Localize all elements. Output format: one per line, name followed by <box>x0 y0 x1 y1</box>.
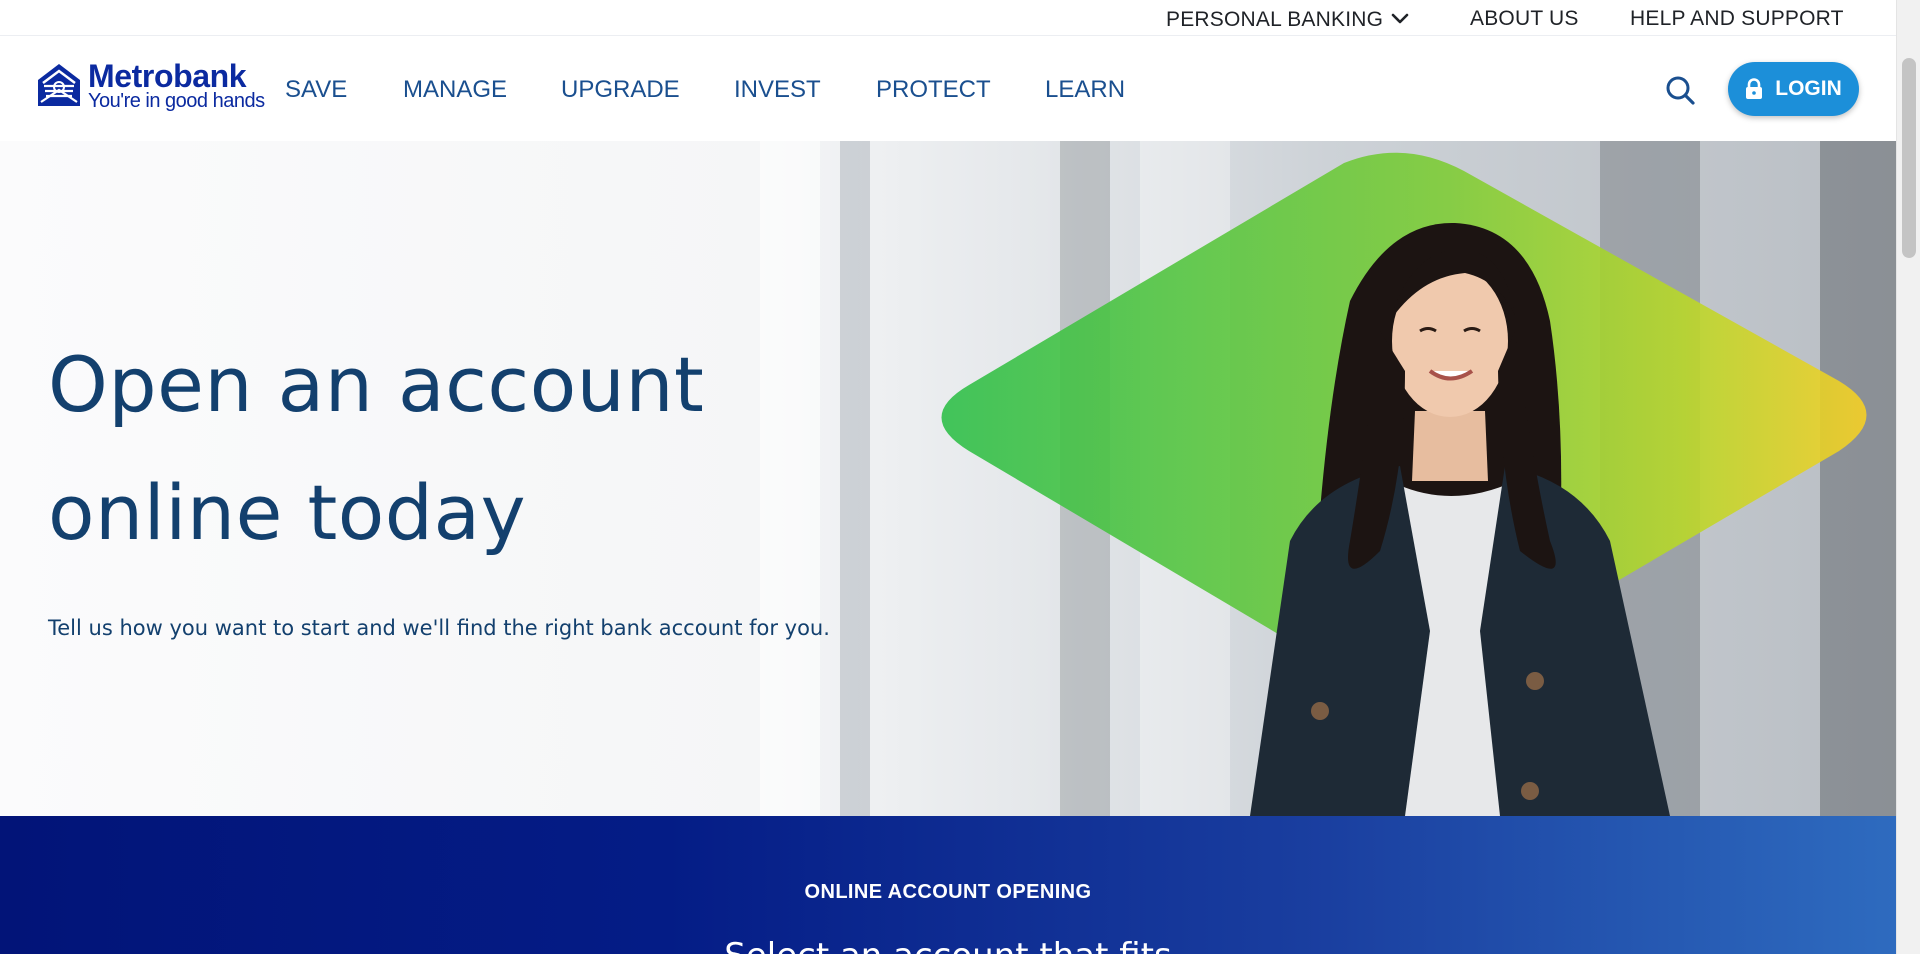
nav-item-save[interactable]: SAVE <box>285 76 347 104</box>
nav-item-upgrade[interactable]: UPGRADE <box>561 76 680 104</box>
personal-banking-dropdown[interactable]: PERSONAL BANKING <box>1166 7 1409 32</box>
login-label: LOGIN <box>1775 77 1842 100</box>
scrollbar-thumb[interactable] <box>1902 58 1916 258</box>
metrobank-logo[interactable]: Metrobank You're in good hands <box>36 58 265 116</box>
personal-banking-label: PERSONAL BANKING <box>1166 8 1384 31</box>
nav-item-learn[interactable]: LEARN <box>1045 76 1125 104</box>
hero-title: Open an account online today <box>48 321 808 577</box>
search-button[interactable] <box>1664 74 1696 106</box>
search-icon <box>1666 76 1695 105</box>
brand-tagline: You're in good hands <box>88 90 265 112</box>
nav-item-manage[interactable]: MANAGE <box>403 76 507 104</box>
section-eyebrow: ONLINE ACCOUNT OPENING <box>804 881 1092 903</box>
nav-item-invest[interactable]: INVEST <box>734 76 821 104</box>
page-scrollbar[interactable] <box>1896 0 1920 954</box>
hero-title-line-1: Open an account <box>48 340 705 429</box>
chevron-down-icon <box>1391 7 1409 31</box>
hero-title-line-2: online today <box>48 468 527 557</box>
login-button[interactable]: LOGIN <box>1728 62 1859 116</box>
help-and-support-link[interactable]: HELP AND SUPPORT <box>1630 7 1844 31</box>
metrobank-logo-icon <box>38 64 80 106</box>
woman-photo <box>1250 222 1670 816</box>
online-account-opening-section: ONLINE ACCOUNT OPENING Select an account… <box>0 816 1896 954</box>
nav-item-protect[interactable]: PROTECT <box>876 76 991 104</box>
hero-subtitle: Tell us how you want to start and we'll … <box>48 616 830 640</box>
about-us-link[interactable]: ABOUT US <box>1470 7 1579 31</box>
hero-banner: Open an account online today Tell us how… <box>0 141 1896 816</box>
section-heading: Select an account that fits <box>0 936 1896 954</box>
lock-icon <box>1746 78 1763 99</box>
main-header: Metrobank You're in good hands SAVE MANA… <box>0 36 1896 141</box>
utility-bar: PERSONAL BANKING ABOUT US HELP AND SUPPO… <box>0 0 1896 36</box>
background-column <box>840 141 870 816</box>
